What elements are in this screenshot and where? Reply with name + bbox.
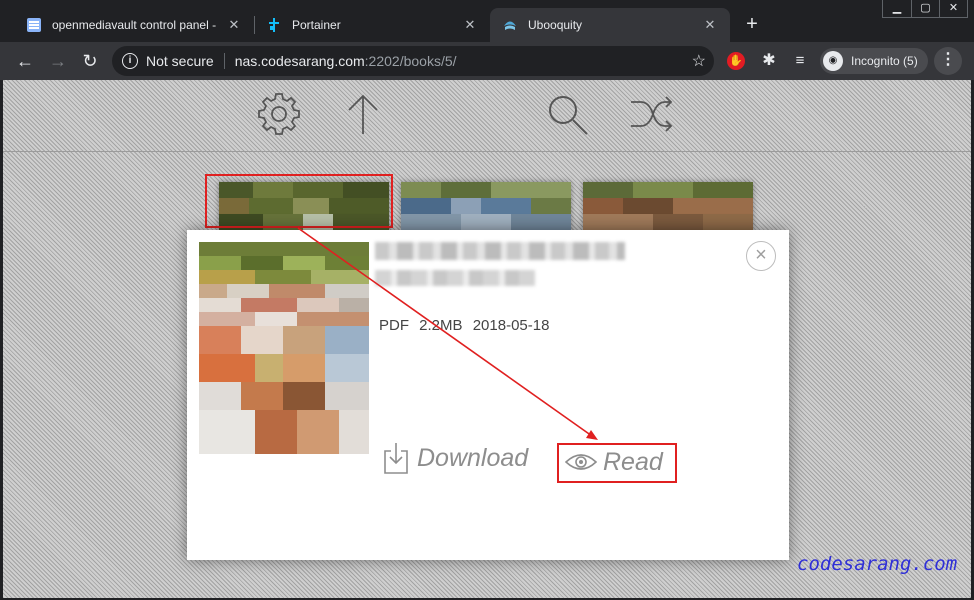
ubooquity-favicon-icon bbox=[504, 21, 516, 30]
openmediavault-favicon-icon bbox=[27, 18, 41, 32]
tab-close-icon[interactable]: ✕ bbox=[462, 17, 478, 33]
tab-close-icon[interactable]: ✕ bbox=[226, 17, 242, 33]
tab-title: openmediavault control panel - N bbox=[52, 18, 220, 32]
book-detail-popup: PDF 2.2MB 2018-05-18 × Download bbox=[187, 230, 789, 560]
read-annotation-box bbox=[557, 443, 677, 483]
book-title-redacted bbox=[375, 242, 625, 260]
download-icon bbox=[384, 443, 408, 474]
address-bar[interactable]: i Not secure nas.codesarang.com:2202/boo… bbox=[112, 46, 714, 76]
search-icon[interactable] bbox=[543, 90, 591, 138]
book-date: 2018-05-18 bbox=[472, 317, 550, 334]
settings-icon[interactable] bbox=[255, 90, 303, 138]
bookmark-star-icon[interactable]: ☆ bbox=[692, 51, 706, 71]
up-arrow-icon[interactable] bbox=[339, 90, 387, 138]
incognito-profile-button[interactable]: ◉ Incognito (5) bbox=[820, 48, 928, 74]
portainer-favicon-icon bbox=[269, 18, 279, 32]
new-tab-button[interactable]: + bbox=[741, 14, 763, 36]
tab-portainer[interactable]: Portainer ✕ bbox=[254, 8, 490, 42]
reload-button[interactable]: ↻ bbox=[77, 48, 103, 74]
shuffle-icon[interactable] bbox=[627, 90, 675, 138]
browser-toolbar: ← → ↻ i Not secure nas.codesarang.com:22… bbox=[0, 42, 974, 80]
security-label: Not secure bbox=[146, 53, 214, 69]
incognito-label: Incognito (5) bbox=[851, 54, 918, 68]
forward-button[interactable]: → bbox=[45, 48, 71, 74]
site-info-icon[interactable]: i bbox=[122, 53, 138, 69]
watermark-text: codesarang.com bbox=[797, 553, 958, 575]
book-thumbnail[interactable] bbox=[583, 182, 753, 230]
url-path: :2202/books/5/ bbox=[364, 53, 457, 69]
incognito-icon: ◉ bbox=[823, 51, 843, 71]
maximize-button[interactable]: ▢ bbox=[911, 0, 939, 17]
download-label: Download bbox=[417, 443, 529, 472]
book-subtitle-redacted bbox=[375, 270, 535, 286]
book-format: PDF bbox=[379, 317, 409, 334]
tab-openmediavault[interactable]: openmediavault control panel - N ✕ bbox=[14, 8, 254, 42]
close-popup-button[interactable]: × bbox=[746, 241, 776, 271]
book-size: 2.2MB bbox=[419, 317, 463, 334]
book-metadata: PDF 2.2MB 2018-05-18 bbox=[379, 317, 555, 334]
tab-close-icon[interactable]: ✕ bbox=[702, 17, 718, 33]
media-controls-icon[interactable]: ≡ bbox=[789, 50, 811, 72]
ubooquity-top-nav bbox=[3, 80, 971, 152]
book-cover-image bbox=[199, 242, 369, 454]
tab-title: Portainer bbox=[292, 18, 341, 32]
download-button[interactable]: Download bbox=[383, 438, 528, 478]
tab-ubooquity[interactable]: Ubooquity ✕ bbox=[490, 8, 730, 42]
window-close-button[interactable]: ✕ bbox=[939, 0, 967, 17]
extensions-puzzle-icon[interactable]: ✱ bbox=[758, 50, 780, 72]
book-thumbnail[interactable] bbox=[401, 182, 571, 230]
back-button[interactable]: ← bbox=[12, 48, 38, 74]
omnibox-divider bbox=[223, 53, 225, 69]
tab-strip: openmediavault control panel - N ✕ Porta… bbox=[0, 0, 974, 42]
ubooquity-page: PDF 2.2MB 2018-05-18 × Download bbox=[3, 80, 971, 598]
thumbnail-annotation-box bbox=[205, 174, 393, 228]
tab-title: Ubooquity bbox=[528, 18, 583, 32]
browser-menu-icon[interactable]: ⋮ bbox=[934, 47, 962, 75]
extension-hand-icon[interactable]: ✋ bbox=[727, 52, 745, 70]
minimize-button[interactable]: ▁ bbox=[883, 0, 911, 17]
url-host: nas.codesarang.com bbox=[234, 53, 365, 69]
window-controls: ▁ ▢ ✕ bbox=[882, 0, 968, 18]
